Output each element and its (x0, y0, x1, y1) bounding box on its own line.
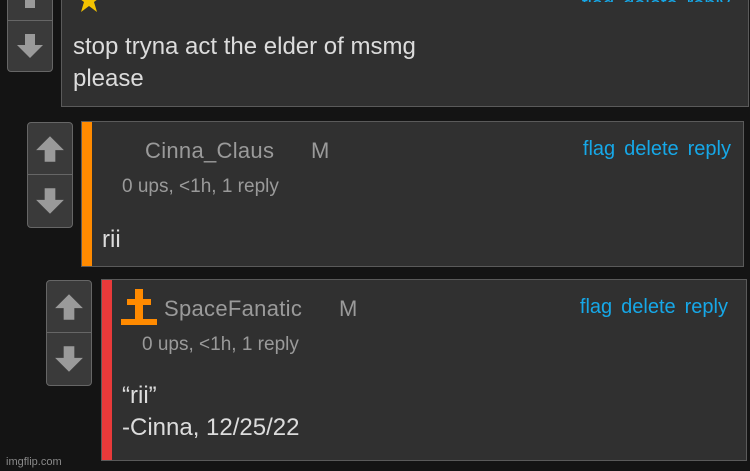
comment-body-line: please (73, 65, 144, 92)
downvote-button-2[interactable] (28, 175, 72, 227)
reply-link[interactable]: reply (685, 296, 728, 318)
comment-actions-3: flag delete reply (571, 296, 728, 319)
comment-card-3: SpaceFanatic M 0 ups, <1h, 1 reply flag d… (101, 279, 747, 461)
star-badge-icon (81, 0, 97, 12)
down-arrow-icon (17, 34, 43, 58)
username[interactable]: Cinna_Claus (145, 138, 274, 164)
comment-body-2: rii (102, 224, 121, 256)
orange-cross-badge-icon (121, 289, 157, 325)
comment-actions-1: flag delete reply (573, 0, 730, 2)
comment-card-1: flag delete reply stop tryna act the elder… (61, 0, 749, 107)
delete-link[interactable]: delete (621, 296, 676, 318)
vote-box-3 (46, 280, 92, 386)
thread-accent-bar (82, 122, 92, 266)
comment-actions-2: flag delete reply (574, 138, 731, 161)
downvote-button-3[interactable] (47, 333, 91, 385)
down-arrow-icon (36, 188, 64, 214)
flag-link[interactable]: flag (580, 296, 612, 318)
comment-meta: 0 ups, <1h, 1 reply (142, 334, 299, 355)
reply-link-1[interactable]: reply (687, 0, 730, 2)
comment-body-line: “rii” (122, 382, 157, 409)
delete-link-1[interactable]: delete (623, 0, 678, 2)
user-rank: M (311, 138, 330, 163)
vote-box-1 (7, 0, 53, 72)
vote-box-2 (27, 122, 73, 228)
upvote-button-1[interactable] (8, 0, 52, 21)
comment-body-line: stop tryna act the elder of msmg (73, 33, 416, 60)
up-arrow-icon (25, 0, 35, 8)
watermark: imgflip.com (6, 456, 62, 468)
comment-body-1: stop tryna act the elder of msmg please (73, 31, 416, 95)
upvote-button-3[interactable] (47, 281, 91, 333)
reply-link[interactable]: reply (688, 138, 731, 160)
down-arrow-icon (55, 346, 83, 372)
up-arrow-icon (36, 135, 64, 162)
comment-card-2: Cinna_Claus M 0 ups, <1h, 1 reply flag de… (81, 121, 744, 267)
upvote-button-2[interactable] (28, 123, 72, 175)
comment-body-line: -Cinna, 12/25/22 (122, 414, 300, 441)
delete-link[interactable]: delete (624, 138, 679, 160)
up-arrow-icon (55, 293, 83, 320)
comment-body-3: “rii” -Cinna, 12/25/22 (122, 380, 299, 444)
comment-meta: 0 ups, <1h, 1 reply (122, 176, 279, 197)
flag-link[interactable]: flag (583, 138, 615, 160)
user-rank: M (339, 296, 358, 321)
comment-body-line: rii (102, 226, 121, 253)
downvote-button-1[interactable] (8, 21, 52, 71)
thread-accent-bar (102, 280, 112, 460)
username[interactable]: SpaceFanatic (164, 296, 302, 322)
flag-link-1[interactable]: flag (582, 0, 614, 2)
